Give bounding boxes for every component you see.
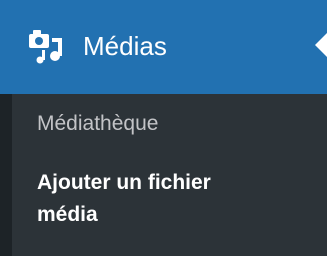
- media-icon: [29, 30, 62, 64]
- submenu-item-library[interactable]: Médiathèque: [37, 108, 158, 140]
- submenu-edge-strip: [0, 94, 12, 256]
- admin-menu-media: Médias Médiathèque Ajouter un fichier mé…: [0, 0, 327, 256]
- media-submenu: Médiathèque Ajouter un fichier média: [0, 94, 327, 256]
- submenu-item-add-new[interactable]: Ajouter un fichier média: [37, 167, 277, 231]
- media-menu-title: Médias: [83, 31, 167, 61]
- current-menu-arrow: [315, 33, 327, 57]
- media-menu-header[interactable]: Médias: [0, 0, 327, 94]
